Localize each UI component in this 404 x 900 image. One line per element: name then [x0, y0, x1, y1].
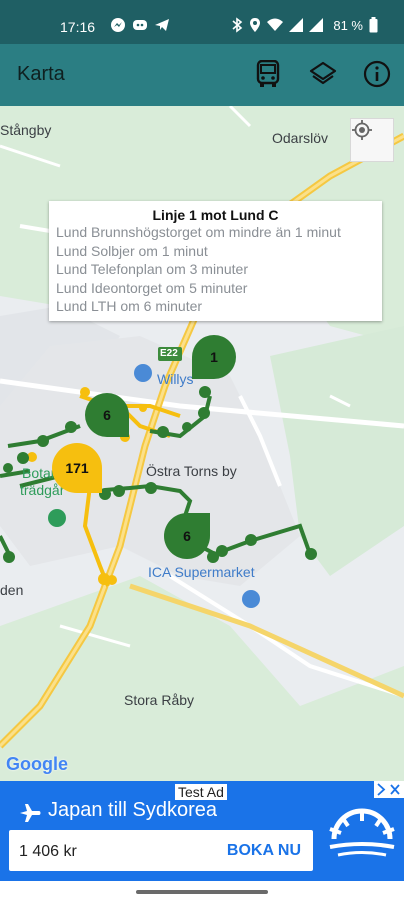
map-label-odarslov: Odarslöv	[272, 130, 329, 146]
discord-icon	[133, 20, 147, 30]
bus-cluster-marker[interactable]: 6	[164, 513, 210, 559]
home-gesture-handle[interactable]	[136, 890, 268, 894]
test-ad-tag: Test Ad	[175, 784, 227, 800]
status-time: 17:16	[60, 19, 96, 35]
map-label-stangby: Stångby	[0, 122, 52, 138]
signal-icon	[309, 18, 324, 32]
sun-logo-icon	[329, 808, 395, 857]
battery-icon	[369, 17, 378, 33]
app-bar: Karta	[0, 44, 404, 106]
map-label-e22: E22	[160, 348, 178, 359]
location-icon	[250, 18, 261, 32]
popup-stop-line: Lund Ideontorget om 5 minuter	[56, 279, 248, 296]
bluetooth-icon	[232, 17, 243, 33]
ad-price-box[interactable]: 1 406 kr BOKA NU	[9, 830, 313, 871]
status-system-icons: 81 %	[231, 17, 378, 33]
ad-title: Japan till Sydkorea	[48, 799, 217, 821]
my-location-button[interactable]	[350, 118, 394, 162]
map-label-ostra-torns-by: Östra Torns by	[146, 463, 237, 479]
map-label-ica: ICA Supermarket	[148, 564, 255, 580]
crosshair-icon	[352, 120, 372, 140]
messenger-icon	[111, 18, 125, 32]
bus-cluster-marker[interactable]: 171	[52, 443, 102, 493]
ad-banner[interactable]: Test Ad Japan till Sydkorea 1 406 kr BOK…	[0, 781, 404, 881]
info-button[interactable]	[362, 59, 392, 89]
popup-stop-line: Lund Solbjer om 1 minut	[56, 242, 208, 259]
telegram-icon	[155, 19, 169, 31]
system-nav-bar	[0, 881, 404, 900]
google-logo: Google	[6, 754, 68, 774]
bus-icon	[256, 60, 280, 87]
map-view[interactable]: Stångby Odarslöv Willys Östra Torns by B…	[0, 106, 404, 781]
popup-stop-line: Lund Brunnshögstorget om mindre än 1 min…	[56, 224, 341, 240]
ad-price: 1 406 kr	[19, 843, 77, 860]
popup-stop-line: Lund Telefonplan om 3 minuter	[56, 261, 248, 277]
adchoices-icon	[377, 783, 400, 796]
signal-icon	[289, 18, 304, 32]
bus-cluster-marker[interactable]: 1	[192, 335, 236, 379]
cluster-count: 6	[103, 407, 111, 423]
popup-title: Linje 1 mot Lund C	[152, 207, 279, 223]
popup-stop-line: Lund LTH om 6 minuter	[56, 298, 203, 314]
map-label-stora-raby: Stora Råby	[124, 692, 195, 708]
bus-cluster-marker[interactable]: 6	[85, 393, 129, 437]
cluster-count: 6	[183, 528, 191, 544]
bus-info-popup[interactable]: Linje 1 mot Lund C Lund Brunnshögstorget…	[49, 201, 382, 321]
bus-button[interactable]	[253, 59, 283, 89]
page-title: Karta	[17, 63, 65, 85]
map-label-willys: Willys	[157, 371, 194, 387]
info-icon	[363, 60, 391, 88]
layers-button[interactable]	[308, 59, 338, 89]
status-notification-icons	[110, 17, 170, 33]
cluster-count: 171	[65, 460, 89, 476]
layers-icon	[309, 61, 337, 85]
airplane-icon	[20, 804, 41, 822]
adchoices-button[interactable]	[374, 781, 404, 798]
battery-percent: 81 %	[333, 17, 363, 33]
book-now-button[interactable]: BOKA NU	[227, 842, 301, 860]
cluster-count: 1	[210, 349, 218, 365]
map-label-den: den	[0, 582, 24, 598]
wifi-icon	[267, 18, 284, 31]
airline-logo	[320, 799, 404, 873]
